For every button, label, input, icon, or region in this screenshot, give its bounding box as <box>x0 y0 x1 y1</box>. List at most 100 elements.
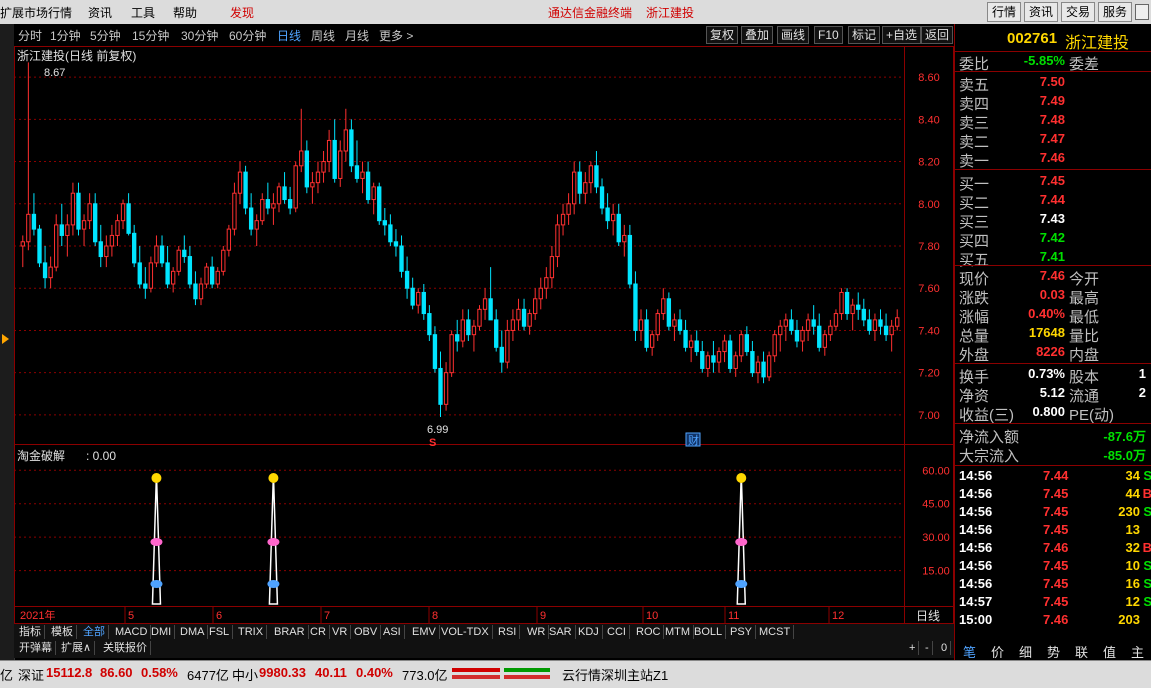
indicator-tab-sar[interactable]: SAR <box>546 625 576 639</box>
candle[interactable] <box>471 319 477 352</box>
sell-level[interactable]: 卖三 7.48 <box>955 112 1151 132</box>
indicator-tab-fsl[interactable]: FSL <box>206 625 234 639</box>
candle[interactable] <box>605 193 610 230</box>
candle[interactable] <box>321 151 326 183</box>
period-weekly[interactable]: 周线 <box>311 27 335 44</box>
candle[interactable] <box>538 277 543 310</box>
candle[interactable] <box>148 256 154 293</box>
candle[interactable] <box>187 246 193 289</box>
candle[interactable] <box>694 330 699 356</box>
back-button[interactable]: 返回 <box>921 26 954 44</box>
candle[interactable] <box>215 267 220 289</box>
candle[interactable] <box>505 319 510 369</box>
candle[interactable] <box>165 246 170 289</box>
candle[interactable] <box>727 334 733 373</box>
candle[interactable] <box>610 203 616 236</box>
period-timeshare[interactable]: 分时 <box>18 27 42 44</box>
candle[interactable] <box>388 214 393 246</box>
candle[interactable] <box>416 288 421 314</box>
candle[interactable] <box>683 319 688 352</box>
candle[interactable] <box>533 288 538 320</box>
sell-level[interactable]: 卖一 7.46 <box>955 150 1151 170</box>
candle[interactable] <box>104 235 109 268</box>
candle[interactable] <box>783 313 788 341</box>
add-watchlist-button[interactable]: +自选 <box>882 26 922 44</box>
candle[interactable] <box>343 108 348 162</box>
candle[interactable] <box>226 224 232 257</box>
candle[interactable] <box>449 330 454 377</box>
indicator-tab-kdj[interactable]: KDJ <box>575 625 603 639</box>
indicator-tab-mtm[interactable]: MTM <box>662 625 695 639</box>
candle[interactable] <box>287 186 293 215</box>
candle[interactable] <box>432 326 438 373</box>
candle[interactable] <box>516 298 521 331</box>
candle[interactable] <box>26 62 31 251</box>
candle[interactable] <box>365 161 371 204</box>
related-quote-tab[interactable]: 关联报价 <box>100 641 151 655</box>
candle[interactable] <box>649 330 655 356</box>
candle[interactable] <box>805 313 811 341</box>
candle[interactable] <box>349 119 354 173</box>
candle[interactable] <box>176 246 181 276</box>
index-zx-name[interactable]: 中小 <box>232 665 258 684</box>
index-sz-name[interactable]: 深证 <box>18 665 44 684</box>
candle[interactable] <box>293 161 298 213</box>
candle[interactable] <box>237 161 243 204</box>
candle[interactable] <box>271 193 276 225</box>
candle[interactable] <box>766 351 772 382</box>
candle[interactable] <box>76 182 81 236</box>
candle[interactable] <box>132 224 137 268</box>
candle[interactable] <box>521 298 527 331</box>
candle[interactable] <box>137 246 142 289</box>
candle[interactable] <box>81 214 87 246</box>
top-button-quotes[interactable]: 行情 <box>987 2 1022 22</box>
candle[interactable] <box>209 256 215 289</box>
buy-level[interactable]: 买二 7.44 <box>955 192 1151 212</box>
sell-level[interactable]: 卖四 7.49 <box>955 93 1151 113</box>
sell-level[interactable]: 卖二 7.47 <box>955 131 1151 151</box>
draw-line-button[interactable]: 画线 <box>777 26 810 44</box>
candle[interactable] <box>510 309 516 341</box>
indicator-tab-emv[interactable]: EMV <box>409 625 440 639</box>
candle[interactable] <box>616 203 621 246</box>
indicator-tab-cr[interactable]: CR <box>307 625 330 639</box>
candle[interactable] <box>822 330 827 356</box>
candle[interactable] <box>850 298 855 331</box>
candle[interactable] <box>126 193 131 236</box>
top-button-service[interactable]: 服务 <box>1098 2 1133 22</box>
candle[interactable] <box>627 224 633 289</box>
candle[interactable] <box>772 330 777 363</box>
period-daily[interactable]: 日线 <box>277 27 301 44</box>
candle[interactable] <box>182 235 187 263</box>
panel-tab[interactable]: 势 <box>1047 642 1060 661</box>
indicator-tab-dma[interactable]: DMA <box>177 625 209 639</box>
candle[interactable] <box>48 256 53 289</box>
candle[interactable] <box>460 309 465 348</box>
candle[interactable] <box>839 288 844 320</box>
zoom-out-button[interactable]: - <box>922 641 933 655</box>
indicator-tab-mcst[interactable]: MCST <box>756 625 795 639</box>
menu-news[interactable]: 资讯 <box>88 4 112 21</box>
candle[interactable] <box>260 193 265 225</box>
mark-button[interactable]: 标记 <box>848 26 881 44</box>
candle[interactable] <box>544 267 549 299</box>
candle[interactable] <box>115 214 120 246</box>
candle[interactable] <box>326 129 332 173</box>
menu-discover[interactable]: 发现 <box>230 4 254 21</box>
adjust-button[interactable]: 复权 <box>706 26 739 44</box>
candle[interactable] <box>594 151 599 194</box>
candle[interactable] <box>739 330 744 363</box>
candle[interactable] <box>42 246 48 289</box>
candle[interactable] <box>577 161 582 204</box>
period-15min[interactable]: 15分钟 <box>132 27 169 44</box>
candle[interactable] <box>477 305 482 331</box>
candle[interactable] <box>393 229 399 257</box>
overlay-button[interactable]: 叠加 <box>741 26 774 44</box>
candle[interactable] <box>861 298 866 327</box>
panel-tab[interactable]: 值 <box>1103 642 1116 661</box>
finance-marker[interactable]: 财 <box>688 433 699 447</box>
expand-arrow-icon[interactable] <box>2 334 9 344</box>
indicator-tab-rsi[interactable]: RSI <box>495 625 521 639</box>
candle[interactable] <box>895 309 900 331</box>
candle[interactable] <box>750 341 755 377</box>
